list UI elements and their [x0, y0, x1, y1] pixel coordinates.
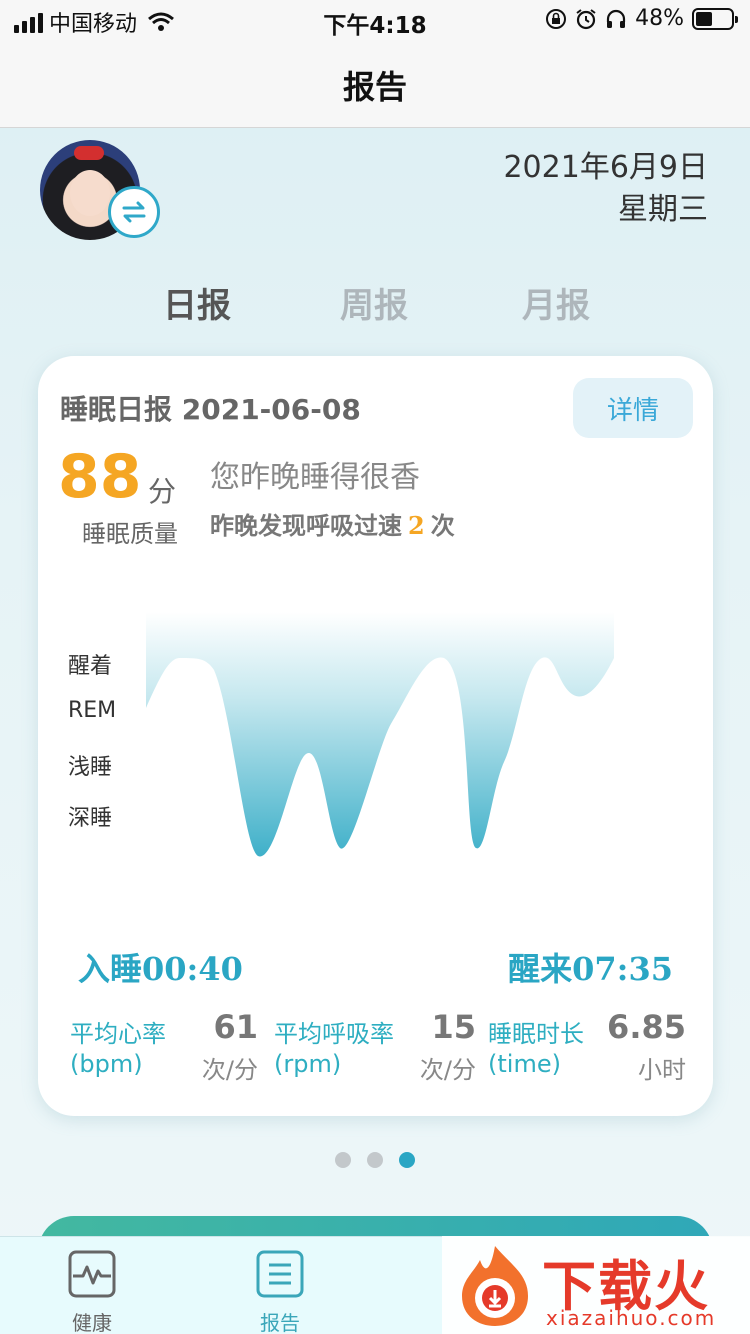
sleep-report-card: 睡眠日报 2021-06-08 详情 88 分 睡眠质量 您昨晚睡得很香 昨晚发… [38, 356, 713, 1116]
respiration-value: 15 [431, 1008, 476, 1046]
tab-daily[interactable]: 日报 [163, 278, 231, 327]
headphones-icon [606, 9, 626, 28]
switch-user-button[interactable] [108, 186, 160, 238]
heartbeat-icon [68, 1250, 116, 1298]
respiration-label: 平均呼吸率 [274, 1020, 394, 1048]
stage-label-awake: 醒着 [68, 654, 113, 679]
detail-button[interactable]: 详情 [573, 378, 693, 438]
battery-level [696, 11, 713, 26]
tab-health[interactable]: 健康 [52, 1249, 132, 1334]
tab-report-label: 报告 [260, 1311, 300, 1334]
score-unit: 分 [148, 475, 177, 508]
battery-icon [692, 7, 738, 30]
current-date: 2021年6月9日 [503, 150, 708, 185]
heart-rate-unit: 次/分 [201, 1056, 258, 1084]
report-icon [256, 1250, 304, 1298]
avatar-face [70, 170, 110, 216]
respiration-unit-en: (rpm) [274, 1050, 342, 1078]
alarm-icon [576, 8, 596, 29]
status-right: 48% [545, 6, 738, 31]
sleep-start-time: 入睡00:40 [78, 950, 243, 988]
tab-health-label: 健康 [72, 1311, 112, 1334]
watermark-url: xiazaihuo.com [546, 1306, 717, 1330]
duration-value: 6.85 [607, 1008, 686, 1046]
wake-time: 醒来07:35 [508, 950, 673, 988]
heart-rate-label: 平均心率 [70, 1020, 166, 1048]
card-title: 睡眠日报 2021-06-08 [60, 393, 361, 426]
breath-suffix: 次 [430, 512, 455, 540]
flame-logo-icon [462, 1246, 528, 1326]
nav-bar: 报告 [0, 40, 750, 128]
duration-unit-en: (time) [488, 1050, 561, 1078]
duration-label: 睡眠时长 [488, 1020, 584, 1048]
battery-percent: 48% [635, 6, 684, 31]
breath-count: 2 [408, 511, 425, 540]
orientation-lock-icon [546, 8, 567, 29]
page-indicator [0, 1152, 750, 1168]
sleep-headline: 您昨晚睡得很香 [210, 460, 420, 495]
avatar-bow [74, 146, 104, 160]
duration-unit: 小时 [638, 1056, 686, 1084]
page-dot[interactable] [367, 1152, 383, 1168]
stage-label-light: 浅睡 [68, 755, 113, 780]
heart-rate-value: 61 [213, 1008, 258, 1046]
status-bar: 中国移动 下午4:18 48% [0, 0, 750, 40]
respiration-unit: 次/分 [419, 1056, 476, 1084]
sleep-stage-chart [146, 612, 614, 857]
watermark: 下载火 xiazaihuo.com [442, 1236, 750, 1334]
heart-rate-unit-en: (bpm) [70, 1050, 143, 1078]
score-label: 睡眠质量 [82, 520, 178, 548]
tab-weekly[interactable]: 周报 [340, 278, 408, 327]
breath-alert: 昨晚发现呼吸过速 2 次 [210, 506, 455, 541]
page-dot[interactable] [335, 1152, 351, 1168]
tab-monthly[interactable]: 月报 [522, 278, 590, 327]
swap-icon [122, 201, 146, 223]
stage-label-rem: REM [68, 698, 117, 723]
page-title: 报告 [342, 68, 407, 106]
sleep-stage-area [146, 612, 614, 857]
page-dot-active[interactable] [399, 1152, 415, 1168]
stage-label-deep: 深睡 [68, 806, 113, 831]
sleep-score: 88 [58, 442, 142, 512]
breath-prefix: 昨晚发现呼吸过速 [210, 512, 402, 540]
tab-report[interactable]: 报告 [240, 1249, 320, 1334]
current-weekday: 星期三 [618, 192, 708, 227]
